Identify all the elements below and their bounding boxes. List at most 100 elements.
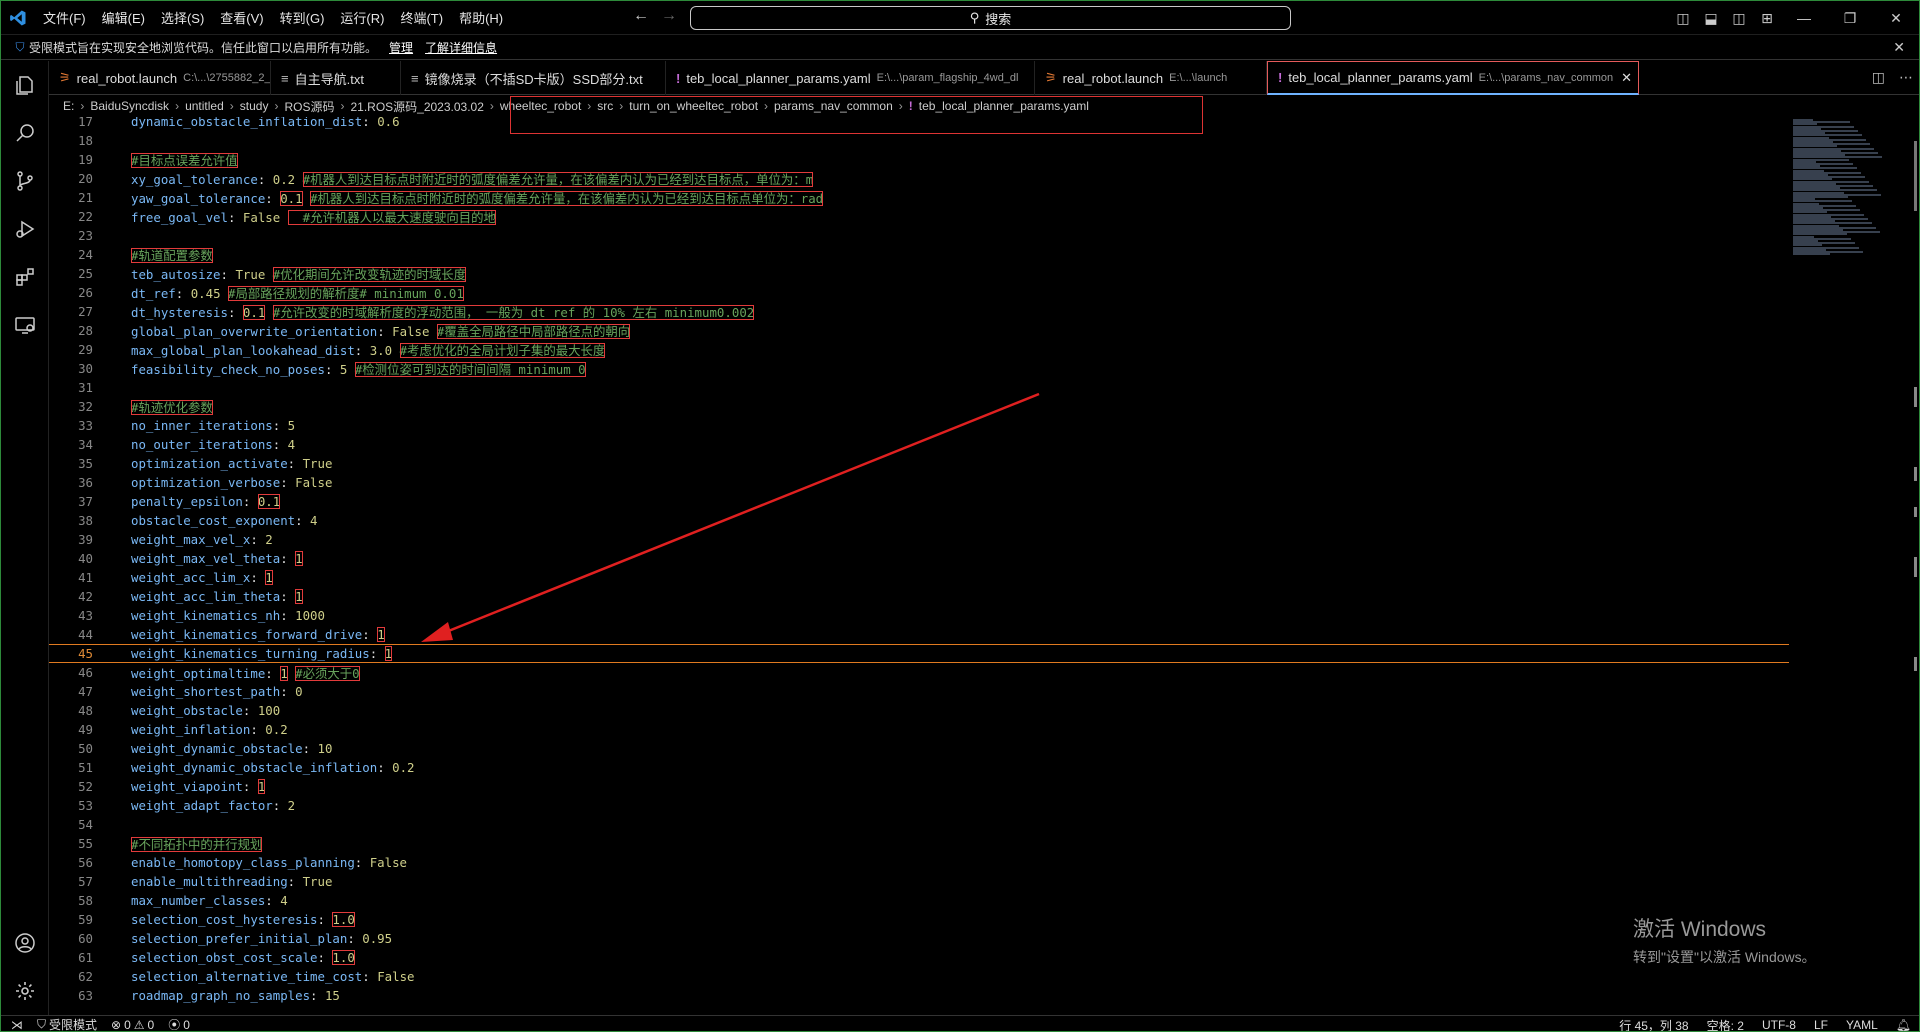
code-line[interactable]: 52 weight_viapoint: 1 xyxy=(49,777,1789,796)
code-line[interactable]: 18 xyxy=(49,131,1789,150)
breadcrumb-item[interactable]: params_nav_common xyxy=(774,99,893,113)
menu-edit[interactable]: 编辑(E) xyxy=(94,8,153,27)
code-line[interactable]: 63 roadmap_graph_no_samples: 15 xyxy=(49,986,1789,1005)
accounts-icon[interactable] xyxy=(1,923,49,963)
problems-status[interactable]: ⊗ 0 ⚠ 0 xyxy=(111,1018,154,1032)
encoding[interactable]: UTF-8 xyxy=(1762,1018,1796,1031)
menu-help[interactable]: 帮助(H) xyxy=(451,8,511,27)
toggle-secondary-sidebar-icon[interactable]: ◫ xyxy=(1725,10,1753,27)
scrollbar-thumb[interactable] xyxy=(1914,141,1917,211)
notifications-bell-icon[interactable]: 🔔︎ xyxy=(1896,1018,1911,1031)
breadcrumb-item[interactable]: ROS源码 xyxy=(284,98,334,115)
menu-view[interactable]: 查看(V) xyxy=(212,8,271,27)
minimap[interactable] xyxy=(1791,117,1907,1015)
breadcrumb-item[interactable]: wheeltec_robot xyxy=(500,99,581,113)
extensions-icon[interactable] xyxy=(1,257,49,297)
tab-real-robot-launch-2[interactable]: ⚞ real_robot.launch E:\...\launch xyxy=(1035,61,1267,95)
code-line[interactable]: 42 weight_acc_lim_theta: 1 xyxy=(49,587,1789,606)
search-view-icon[interactable] xyxy=(1,113,49,153)
command-center-search[interactable]: ⚲ 搜索 xyxy=(690,6,1291,30)
code-line[interactable]: 60 selection_prefer_initial_plan: 0.95 xyxy=(49,929,1789,948)
minimize-button[interactable]: — xyxy=(1781,10,1827,26)
code-line[interactable]: 46 weight_optimaltime: 1 #必须大于0 xyxy=(49,663,1789,682)
code-line[interactable]: 26 dt_ref: 0.45 #局部路径规划的解析度# minimum 0.01 xyxy=(49,283,1789,302)
code-line[interactable]: 43 weight_kinematics_nh: 1000 xyxy=(49,606,1789,625)
split-editor-icon[interactable]: ◫ xyxy=(1872,69,1885,86)
tab-image-burn-txt[interactable]: ≡ 镜像烧录（不插SD卡版）SSD部分.txt xyxy=(401,61,666,95)
code-line[interactable]: 34 no_outer_iterations: 4 xyxy=(49,435,1789,454)
tab-teb-params-nav-common[interactable]: ! teb_local_planner_params.yaml E:\...\p… xyxy=(1267,61,1639,95)
ports-status[interactable]: ⦿ 0 xyxy=(168,1016,190,1032)
code-line[interactable]: 47 weight_shortest_path: 0 xyxy=(49,682,1789,701)
code-line[interactable]: 27 dt_hysteresis: 0.1 #允许改变的时域解析度的浮动范围， 一… xyxy=(49,302,1789,321)
code-line[interactable]: 55 #不同拓扑中的并行规划 xyxy=(49,834,1789,853)
code-line[interactable]: 31 xyxy=(49,378,1789,397)
code-line[interactable]: 35 optimization_activate: True xyxy=(49,454,1789,473)
code-line[interactable]: 25 teb_autosize: True #优化期间允许改变轨迹的时域长度 xyxy=(49,264,1789,283)
menu-go[interactable]: 转到(G) xyxy=(272,8,333,27)
learn-more-link[interactable]: 了解详细信息 xyxy=(425,39,497,56)
code-line[interactable]: 37 penalty_epsilon: 0.1 xyxy=(49,492,1789,511)
source-control-icon[interactable] xyxy=(1,161,49,201)
vertical-scrollbar[interactable] xyxy=(1907,117,1919,1015)
code-line[interactable]: 21 yaw_goal_tolerance: 0.1 #机器人到达目标点时附近时的… xyxy=(49,188,1789,207)
code-line[interactable]: 17 dynamic_obstacle_inflation_dist: 0.6 xyxy=(49,117,1789,131)
tab-navigation-txt[interactable]: ≡ 自主导航.txt xyxy=(271,61,401,95)
breadcrumb-item[interactable]: turn_on_wheeltec_robot xyxy=(629,99,758,113)
code-line[interactable]: 57 enable_multithreading: True xyxy=(49,872,1789,891)
close-tab-icon[interactable]: ✕ xyxy=(1621,70,1632,86)
code-line[interactable]: 41 weight_acc_lim_x: 1 xyxy=(49,568,1789,587)
language-mode[interactable]: YAML xyxy=(1846,1018,1878,1031)
code-line[interactable]: 36 optimization_verbose: False xyxy=(49,473,1789,492)
code-line[interactable]: 45 weight_kinematics_turning_radius: 1 xyxy=(49,644,1789,663)
toggle-primary-sidebar-icon[interactable]: ◫ xyxy=(1669,10,1697,27)
code-line[interactable]: 32 #轨迹优化参数 xyxy=(49,397,1789,416)
menu-selection[interactable]: 选择(S) xyxy=(153,8,212,27)
breadcrumb-item[interactable]: 21.ROS源码_2023.03.02 xyxy=(350,98,483,115)
code-line[interactable]: 33 no_inner_iterations: 5 xyxy=(49,416,1789,435)
code-line[interactable]: 62 selection_alternative_time_cost: False xyxy=(49,967,1789,986)
code-line[interactable]: 50 weight_dynamic_obstacle: 10 xyxy=(49,739,1789,758)
code-line[interactable]: 54 xyxy=(49,815,1789,834)
code-line[interactable]: 38 obstacle_cost_exponent: 4 xyxy=(49,511,1789,530)
breadcrumb-item[interactable]: untitled xyxy=(185,99,224,113)
code-line[interactable]: 22 free_goal_vel: False #允许机器人以最大速度驶向目的地 xyxy=(49,207,1789,226)
tab-real-robot-launch-1[interactable]: ⚞ real_robot.launch C:\...\2755882_2_4 xyxy=(49,61,271,95)
breadcrumb-file[interactable]: teb_local_planner_params.yaml xyxy=(919,99,1089,113)
forward-arrow-icon[interactable]: → xyxy=(661,7,677,25)
code-line[interactable]: 19 #目标点误差允许值 xyxy=(49,150,1789,169)
manage-gear-icon[interactable] xyxy=(1,971,49,1011)
customize-layout-icon[interactable]: ⊞ xyxy=(1753,10,1781,27)
code-line[interactable]: 30 feasibility_check_no_poses: 5 #检测位姿可到达… xyxy=(49,359,1789,378)
code-line[interactable]: 44 weight_kinematics_forward_drive: 1 xyxy=(49,625,1789,644)
code-editor[interactable]: 17 dynamic_obstacle_inflation_dist: 0.6 18… xyxy=(49,117,1789,1015)
code-line[interactable]: 28 global_plan_overwrite_orientation: Fal… xyxy=(49,321,1789,340)
code-line[interactable]: 24 #轨道配置参数 xyxy=(49,245,1789,264)
code-line[interactable]: 23 xyxy=(49,226,1789,245)
indentation[interactable]: 空格: 2 xyxy=(1707,1017,1744,1032)
code-line[interactable]: 39 weight_max_vel_x: 2 xyxy=(49,530,1789,549)
breadcrumb-item[interactable]: src xyxy=(597,99,613,113)
run-debug-icon[interactable] xyxy=(1,209,49,249)
menu-file[interactable]: 文件(F) xyxy=(35,8,94,27)
breadcrumb-item[interactable]: E: xyxy=(63,99,74,113)
manage-link[interactable]: 管理 xyxy=(389,39,413,56)
explorer-icon[interactable] xyxy=(1,65,49,105)
code-line[interactable]: 58 max_number_classes: 4 xyxy=(49,891,1789,910)
more-actions-icon[interactable]: ⋯ xyxy=(1899,69,1913,86)
code-line[interactable]: 56 enable_homotopy_class_planning: False xyxy=(49,853,1789,872)
remote-explorer-icon[interactable] xyxy=(1,305,49,345)
close-window-button[interactable]: ✕ xyxy=(1873,10,1919,27)
remote-indicator[interactable]: ⋊ xyxy=(11,1018,23,1032)
close-banner-icon[interactable]: ✕ xyxy=(1893,39,1905,56)
code-line[interactable]: 53 weight_adapt_factor: 2 xyxy=(49,796,1789,815)
menu-run[interactable]: 运行(R) xyxy=(332,8,392,27)
code-line[interactable]: 49 weight_inflation: 0.2 xyxy=(49,720,1789,739)
code-line[interactable]: 59 selection_cost_hysteresis: 1.0 xyxy=(49,910,1789,929)
code-line[interactable]: 40 weight_max_vel_theta: 1 xyxy=(49,549,1789,568)
code-line[interactable]: 48 weight_obstacle: 100 xyxy=(49,701,1789,720)
breadcrumb-item[interactable]: BaiduSyncdisk xyxy=(90,99,169,113)
restricted-mode-status[interactable]: ⛉ 受限模式 xyxy=(37,1016,97,1031)
cursor-position[interactable]: 行 45，列 38 xyxy=(1619,1017,1688,1032)
code-line[interactable]: 20 xy_goal_tolerance: 0.2 #机器人到达目标点时附近时的弧… xyxy=(49,169,1789,188)
